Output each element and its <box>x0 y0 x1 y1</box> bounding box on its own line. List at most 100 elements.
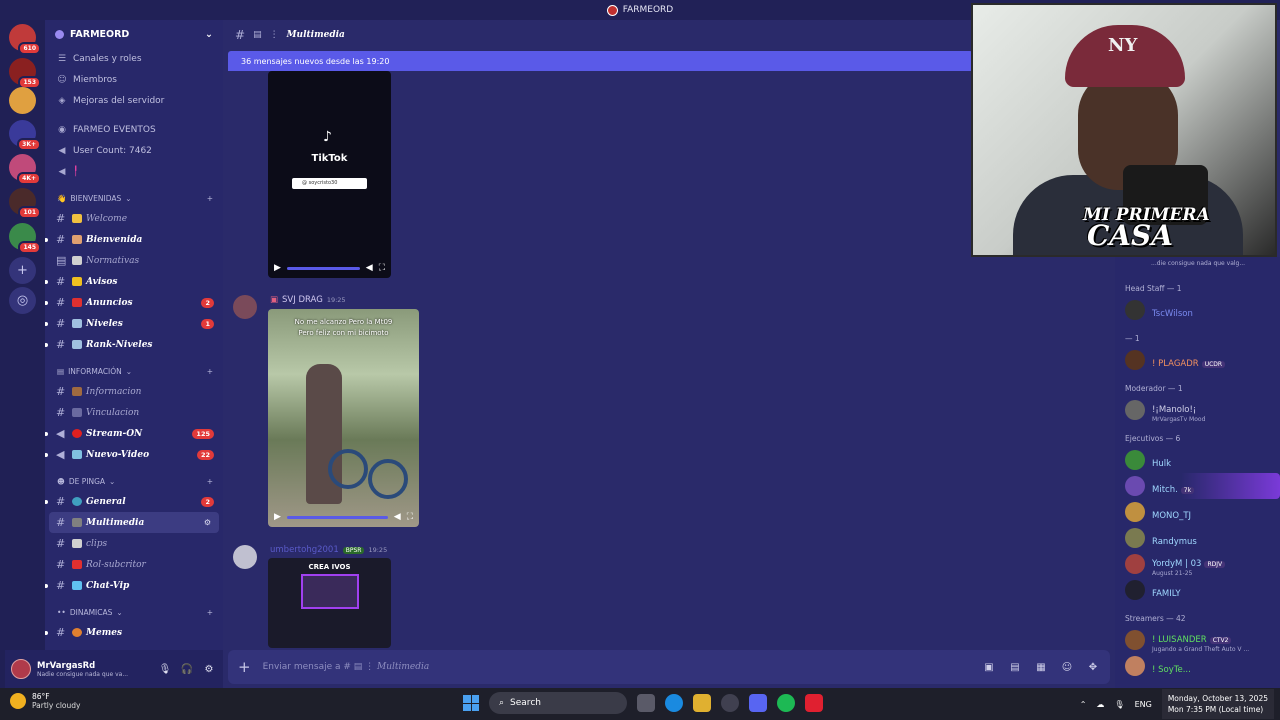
event-channel[interactable]: ◉ FARMEO EVENTOS <box>45 119 223 140</box>
server-icon[interactable]: 153 <box>9 58 41 89</box>
microphone-icon[interactable]: 🎙 <box>157 664 173 675</box>
obs-icon[interactable] <box>721 694 739 712</box>
server-icon[interactable]: 101 <box>9 188 41 219</box>
channel-rank-niveles[interactable]: # Rank-Niveles <box>45 334 223 355</box>
member-item[interactable]: ! SoyTe... <box>1115 653 1280 679</box>
channel-avisos[interactable]: # Avisos <box>45 271 223 292</box>
member-item[interactable]: Hulk <box>1115 447 1280 473</box>
member-item[interactable]: Randymus <box>1115 525 1280 551</box>
server-boost-link[interactable]: ◈ Mejoras del servidor <box>45 90 223 111</box>
sticker-icon[interactable]: ▦ <box>1034 662 1048 673</box>
message-input[interactable]: + Enviar mensaje a # ▤ ⋮ Multimedia ▣ ▤ … <box>228 650 1110 684</box>
channel-informacion[interactable]: # Informacion <box>45 381 223 402</box>
edge-icon[interactable] <box>665 694 683 712</box>
category-informacion[interactable]: ▤ INFORMACIÓN ⌄ + <box>45 361 223 381</box>
discover-icon[interactable]: ◎ <box>9 287 36 314</box>
server-icon[interactable]: 145 <box>9 223 41 254</box>
channel-multimedia[interactable]: # Multimedia ⚙ <box>49 512 219 533</box>
channel-memes[interactable]: # Memes <box>45 622 223 643</box>
member-item[interactable]: FAMILY <box>1115 577 1280 603</box>
channel-name: Vinculacion <box>86 407 140 418</box>
channel-niveles[interactable]: # Niveles 1 <box>45 313 223 334</box>
gif-icon[interactable]: ▤ <box>1008 662 1022 673</box>
headphones-icon[interactable]: 🎧 <box>179 664 195 675</box>
clock[interactable]: Monday, October 13, 2025 Mon 7:35 PM (Lo… <box>1161 689 1274 719</box>
channel-bienvenida[interactable]: # Bienvenida <box>45 229 223 250</box>
weather-text: Partly cloudy <box>32 701 81 710</box>
play-icon[interactable]: ▶ <box>274 263 281 273</box>
member-item[interactable]: YordyM | 03 RDJV August 21-25 <box>1115 551 1280 577</box>
voice-channel[interactable]: ◀ ╿ <box>45 161 223 182</box>
gear-icon[interactable]: ⚙ <box>201 664 217 675</box>
video-embed[interactable]: No me alcanzo Pero la Mt09 Pero feliz co… <box>268 309 419 527</box>
volume-icon[interactable]: ◀ <box>366 263 373 273</box>
weather-widget[interactable]: 86°F Partly cloudy <box>10 692 80 710</box>
members-link[interactable]: ☺ Miembros <box>45 69 223 90</box>
new-messages-bar[interactable]: 36 mensajes nuevos desde las 19:20 <box>228 51 973 71</box>
member-item[interactable]: ! PLAGADR UCDR <box>1115 347 1280 373</box>
emoji-icon[interactable]: ☺ <box>1060 662 1074 673</box>
add-channel-icon[interactable]: + <box>207 367 213 376</box>
server-header[interactable]: FARMEORD ⌄ <box>45 20 223 48</box>
member-item[interactable]: Mitch. 7k <box>1115 473 1280 499</box>
gift-icon[interactable]: ▣ <box>982 662 996 673</box>
member-item[interactable]: TscWilson <box>1115 297 1280 323</box>
avatar[interactable] <box>11 659 31 679</box>
category-bienvenidas[interactable]: 👋 BIENVENIDAS ⌄ + <box>45 188 223 208</box>
member-item[interactable]: !¡Manolo!¡ MrVargasTv Mood <box>1115 397 1280 423</box>
add-server-icon[interactable]: + <box>9 257 36 284</box>
discord-icon[interactable] <box>749 694 767 712</box>
message-placeholder[interactable]: Enviar mensaje a # ▤ ⋮ Multimedia <box>263 662 970 672</box>
progress-bar[interactable] <box>286 266 360 270</box>
add-channel-icon[interactable]: + <box>207 608 213 617</box>
fullscreen-icon[interactable]: ⛶ <box>379 263 385 273</box>
network-icon[interactable]: ☁ <box>1096 700 1104 709</box>
server-icon[interactable]: 610 <box>9 24 41 55</box>
image-embed[interactable]: CREA IVOS <box>268 558 391 648</box>
app-icon[interactable] <box>805 694 823 712</box>
add-attachment-icon[interactable]: + <box>238 658 251 676</box>
channel-normativas[interactable]: ▤ Normativas <box>45 250 223 271</box>
channel-stream-on[interactable]: ◀ Stream-ON 125 <box>45 423 223 444</box>
channel-rol-subcritor[interactable]: # Rol-subcritor <box>45 554 223 575</box>
category-de-pinga[interactable]: ☻ DE PINGA ⌄ + <box>45 471 223 491</box>
channel-general[interactable]: # General 2 <box>45 491 223 512</box>
language-indicator[interactable]: ENG <box>1135 700 1152 709</box>
member-item[interactable]: ! LUISANDER CTV2 Jugando a Grand Theft Aut… <box>1115 627 1280 653</box>
channel-anuncios[interactable]: # Anuncios 2 <box>45 292 223 313</box>
channel-welcome[interactable]: # Welcome <box>45 208 223 229</box>
channel-chat-vip[interactable]: # Chat-Vip <box>45 575 223 596</box>
channel-nuevo-video[interactable]: ◀ Nuevo-Video 22 <box>45 444 223 465</box>
member-item[interactable]: MONO_TJ <box>1115 499 1280 525</box>
add-channel-icon[interactable]: + <box>207 477 213 486</box>
user-count-channel[interactable]: ◀ User Count: 7462 <box>45 140 223 161</box>
channels-roles-link[interactable]: ☰ Canales y roles <box>45 48 223 69</box>
avatar[interactable] <box>233 545 257 569</box>
fullscreen-icon[interactable]: ⛶ <box>407 512 413 522</box>
server-icon[interactable]: 3K+ <box>9 120 41 151</box>
apps-icon[interactable]: ✥ <box>1086 662 1100 673</box>
user-info[interactable]: MrVargasRd Nadie consigue nada que va... <box>37 661 151 678</box>
play-icon[interactable]: ▶ <box>274 512 281 522</box>
server-icon[interactable]: 4K+ <box>9 154 41 185</box>
video-embed[interactable]: ♪ TikTok @ soycristo30 ▶ ◀ ⛶ <box>268 71 391 278</box>
message-author[interactable]: umbertohg2001 <box>270 545 339 555</box>
mic-icon[interactable]: 🎙 <box>1114 700 1124 709</box>
windows-start-icon[interactable] <box>463 695 479 711</box>
file-explorer-icon[interactable] <box>693 694 711 712</box>
channel-vinculacion[interactable]: # Vinculacion <box>45 402 223 423</box>
chevron-up-icon[interactable]: ⌃ <box>1080 700 1087 709</box>
progress-bar[interactable] <box>286 515 388 519</box>
message-author[interactable]: SVJ DRAG <box>282 295 323 305</box>
add-channel-icon[interactable]: + <box>207 194 213 203</box>
channel-clips[interactable]: # clips <box>45 533 223 554</box>
spotify-icon[interactable] <box>777 694 795 712</box>
category-dinamicas[interactable]: •• DINAMICAS ⌄ + <box>45 602 223 622</box>
search-input[interactable]: ⌕ Search <box>489 692 627 714</box>
volume-icon[interactable]: ◀ <box>394 512 401 522</box>
avatar[interactable] <box>233 295 257 319</box>
channel-settings-icon[interactable]: ⚙ <box>204 518 211 527</box>
task-view-icon[interactable] <box>637 694 655 712</box>
member-name: Mitch. <box>1152 484 1178 495</box>
server-icon[interactable] <box>9 87 36 114</box>
